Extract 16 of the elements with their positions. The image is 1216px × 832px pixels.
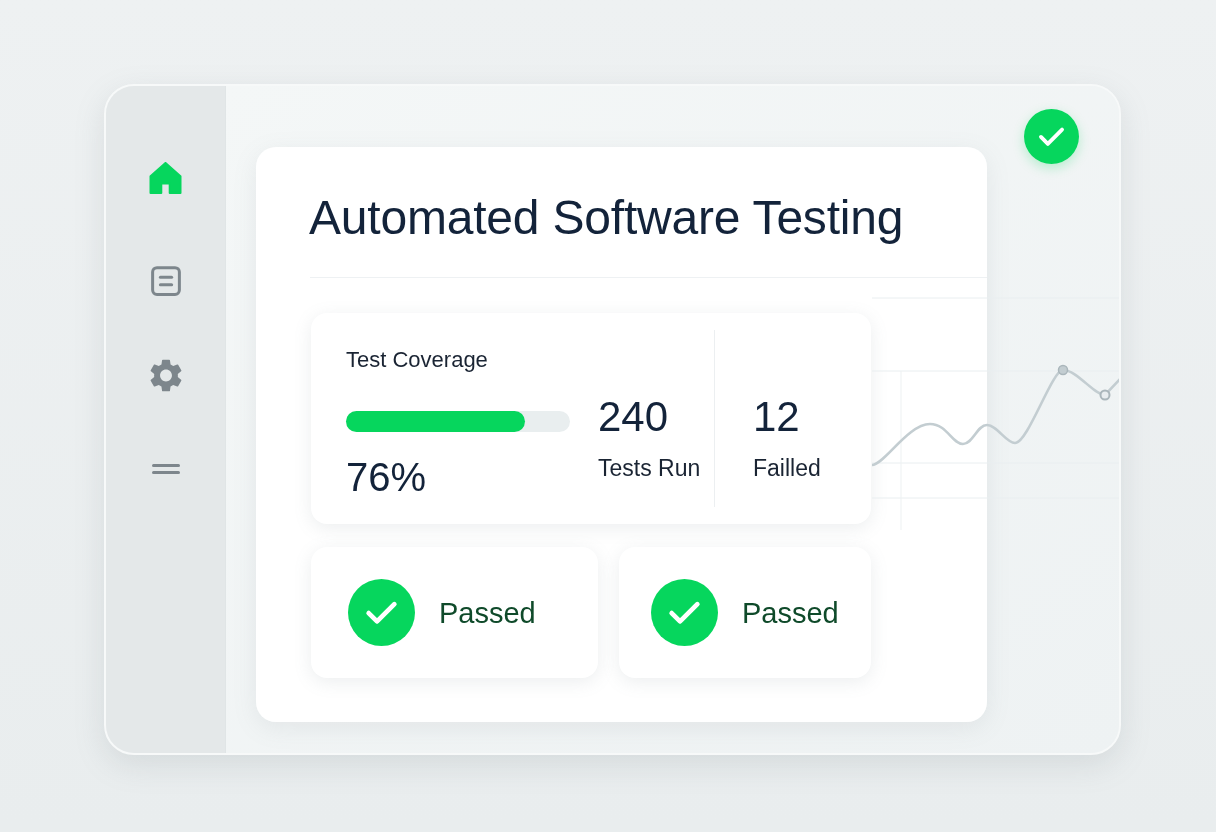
settings-icon[interactable] bbox=[149, 359, 182, 392]
result-label: Passed bbox=[439, 595, 536, 630]
stat-value: 240 bbox=[598, 395, 669, 439]
stat-label: Tests Run bbox=[598, 455, 701, 482]
coverage-value: 76% bbox=[346, 456, 427, 498]
menu-icon[interactable] bbox=[151, 464, 180, 474]
stat-value: 12 bbox=[753, 395, 800, 439]
result-label: Passed bbox=[742, 595, 839, 630]
check-circle-icon bbox=[1024, 109, 1079, 164]
check-circle-icon bbox=[348, 579, 415, 646]
check-circle-icon bbox=[651, 579, 718, 646]
page-title: Automated Software Testing bbox=[309, 190, 904, 246]
home-icon[interactable] bbox=[149, 162, 182, 194]
stat-label: Failled bbox=[753, 455, 821, 482]
document-icon[interactable] bbox=[150, 266, 181, 296]
coverage-label: Test Coverage bbox=[346, 346, 488, 373]
